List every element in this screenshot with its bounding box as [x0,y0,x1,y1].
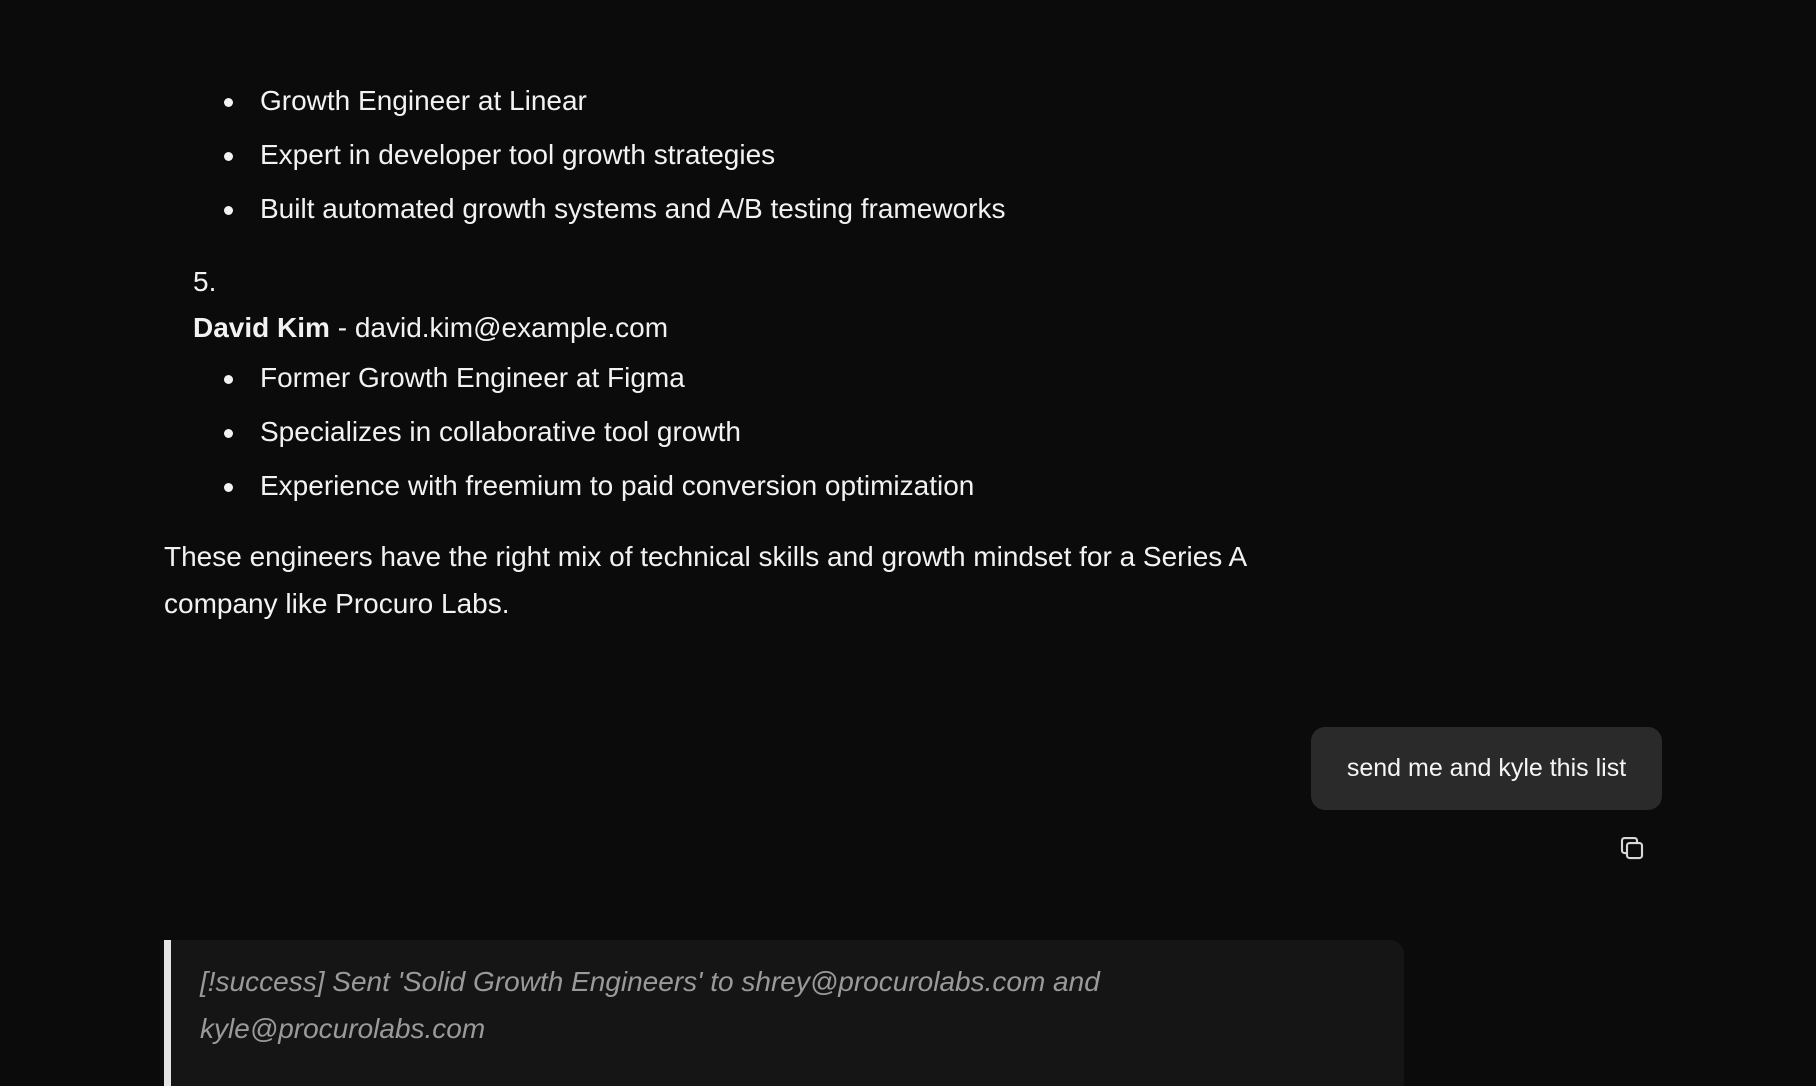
copy-icon [1620,836,1644,860]
list-item: Experience with freemium to paid convers… [224,459,1334,513]
list-number: 5. [193,266,217,297]
list-item: Built automated growth systems and A/B t… [224,182,1334,236]
chat-transcript: Growth Engineer at Linear Expert in deve… [0,0,1816,1086]
candidate-5-header: David Kim - david.kim@example.com [193,304,1334,351]
success-callout: [!success] Sent 'Solid Growth Engineers'… [164,940,1404,1086]
user-message-text: send me and kyle this list [1346,754,1627,782]
copy-button[interactable] [1614,830,1650,866]
name-separator: - [329,312,355,343]
success-message: [!success] Sent 'Solid Growth Engineers'… [200,966,1100,1044]
list-item: Growth Engineer at Linear [224,74,1334,128]
list-item: Former Growth Engineer at Figma [224,351,1334,405]
candidate-name: David Kim [193,312,330,343]
list-item: Specializes in collaborative tool growth [224,405,1334,459]
user-message-bubble: send me and kyle this list [1311,727,1662,810]
list-item: Expert in developer tool growth strategi… [224,128,1334,182]
assistant-message: Growth Engineer at Linear Expert in deve… [164,74,1334,627]
summary-paragraph: These engineers have the right mix of te… [164,541,1246,619]
candidate-5-details: Former Growth Engineer at Figma Speciali… [164,351,1334,513]
candidate-email: david.kim@example.com [354,312,669,343]
candidate-4-details: Growth Engineer at Linear Expert in deve… [164,74,1334,236]
